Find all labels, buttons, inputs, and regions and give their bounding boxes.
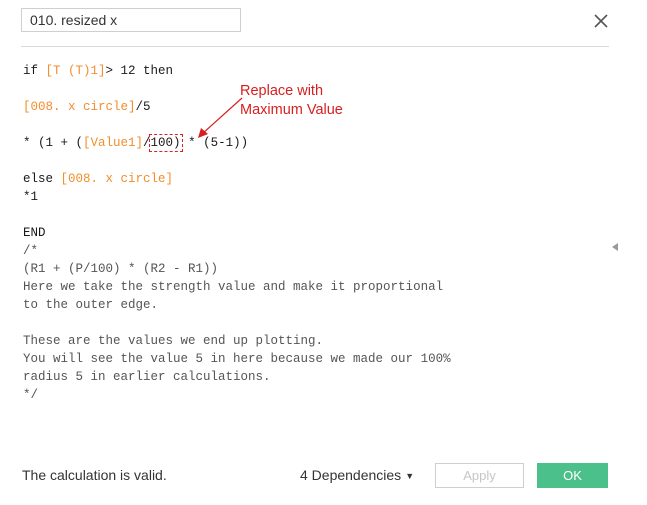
apply-button[interactable]: Apply (435, 463, 524, 488)
code-line[interactable]: * (1 + ([Value1]/100) * (5-1)) (23, 134, 608, 152)
comment-text: /* (23, 244, 39, 258)
annotation-line-2: Maximum Value (240, 102, 343, 118)
field-reference: [Value1] (83, 136, 144, 150)
annotation-arrow (198, 97, 243, 138)
code-line[interactable]: if [T (T)1]> 12 then (23, 62, 608, 80)
dependencies-dropdown[interactable]: 4 Dependencies ▼ (300, 467, 414, 483)
code-token: *1 (23, 190, 39, 204)
code-line[interactable]: (R1 + (P/100) * (R2 - R1)) (23, 260, 608, 278)
code-token: if (23, 64, 46, 78)
comment-text: (R1 + (P/100) * (R2 - R1)) (23, 262, 219, 276)
code-line[interactable]: radius 5 in earlier calculations. (23, 368, 608, 386)
comment-text: */ (23, 388, 39, 402)
code-line[interactable]: else [008. x circle] (23, 170, 608, 188)
code-line[interactable]: These are the values we end up plotting. (23, 332, 608, 350)
code-token: /5 (135, 100, 151, 114)
ok-button[interactable]: OK (537, 463, 608, 488)
code-line[interactable]: Here we take the strength value and make… (23, 278, 608, 296)
comment-text: You will see the value 5 in here because… (23, 352, 451, 366)
code-token: 100) (148, 134, 183, 152)
annotation-note: Replace with Maximum Value (240, 82, 343, 120)
code-token: * (1 + ( (23, 136, 84, 150)
comment-text: radius 5 in earlier calculations. (23, 370, 271, 384)
code-line[interactable]: */ (23, 386, 608, 404)
header-divider (21, 46, 609, 47)
comment-text: Here we take the strength value and make… (23, 280, 444, 294)
comment-text: These are the values we end up plotting. (23, 334, 324, 348)
comment-text: to the outer edge. (23, 298, 159, 312)
dependencies-label: 4 Dependencies (300, 467, 402, 483)
code-line[interactable] (23, 314, 608, 332)
code-token: END (23, 226, 46, 240)
code-line[interactable]: /* (23, 242, 608, 260)
field-reference: [008. x circle] (23, 100, 136, 114)
dropdown-caret-icon: ▼ (405, 471, 415, 482)
annotation-line-1: Replace with (240, 83, 324, 99)
code-line[interactable]: END (23, 224, 608, 242)
code-token: > 12 then (105, 64, 174, 78)
code-line[interactable]: to the outer edge. (23, 296, 608, 314)
collapse-arrow-icon[interactable] (611, 242, 619, 252)
close-icon[interactable] (590, 10, 612, 32)
code-line[interactable] (23, 206, 608, 224)
code-token: / (143, 136, 151, 150)
code-line[interactable]: *1 (23, 188, 608, 206)
validation-status: The calculation is valid. (22, 467, 167, 483)
code-token: else (23, 172, 61, 186)
field-reference: [008. x circle] (60, 172, 174, 186)
code-line[interactable] (23, 152, 608, 170)
calculation-name-input[interactable] (21, 8, 241, 32)
code-line[interactable]: You will see the value 5 in here because… (23, 350, 608, 368)
field-reference: [T (T)1] (45, 64, 106, 78)
